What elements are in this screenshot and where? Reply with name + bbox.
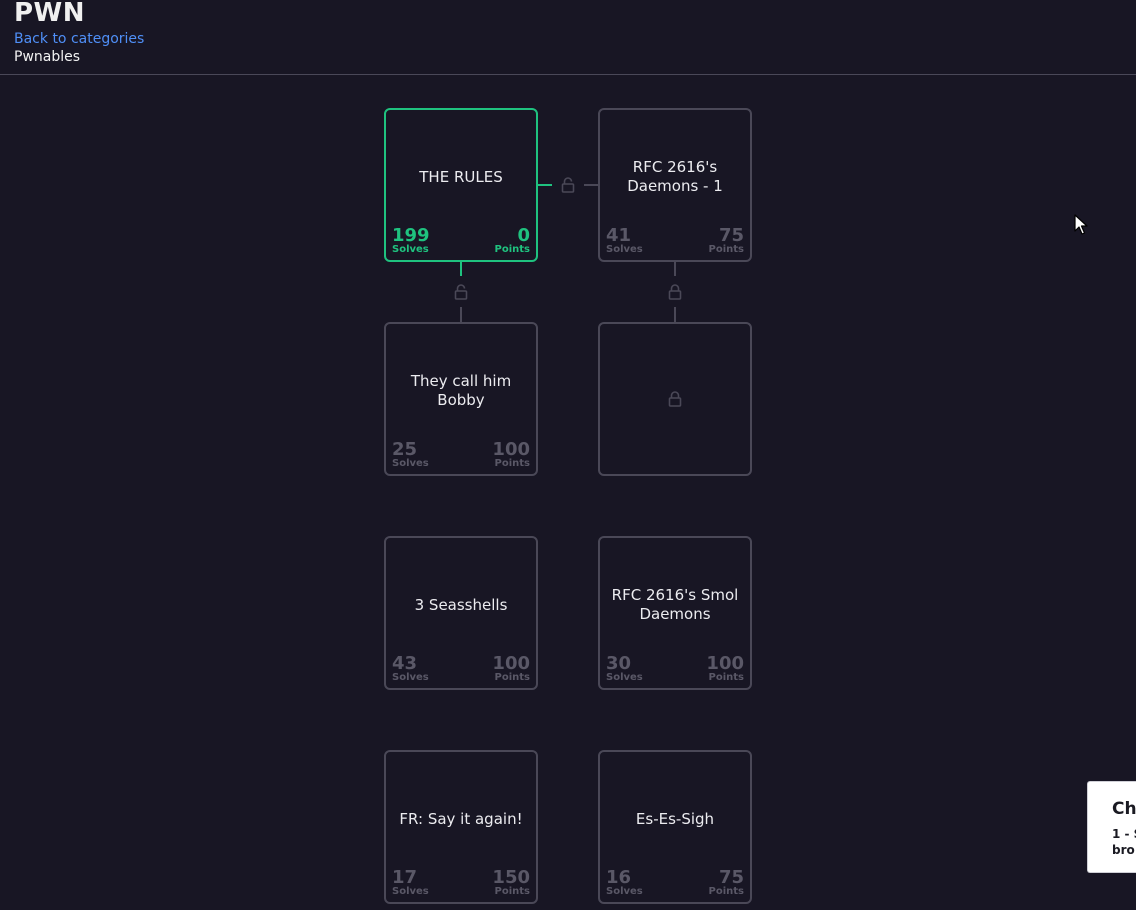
solves-stat: 30 Solves: [606, 653, 643, 684]
points-stat: 100 Points: [706, 653, 744, 684]
toast-line: bro: [1112, 843, 1135, 857]
connector-line: [460, 262, 462, 276]
points-stat: 150 Points: [492, 867, 530, 898]
points-label: Points: [708, 244, 744, 255]
challenge-name: THE RULES: [419, 167, 503, 186]
back-to-categories-link[interactable]: Back to categories: [14, 31, 144, 47]
points-label: Points: [494, 672, 530, 683]
notification-toast[interactable]: Cha 1 - S bro: [1087, 781, 1136, 873]
challenge-name: RFC 2616's Smol Daemons: [611, 586, 739, 623]
solves-count: 25: [392, 439, 418, 460]
page-title: PWN: [14, 0, 85, 28]
points-value: 100: [492, 439, 530, 460]
points-label: Points: [708, 672, 744, 683]
solves-count: 17: [392, 867, 418, 888]
solves-label: Solves: [392, 886, 429, 897]
toast-body: 1 - S bro: [1112, 826, 1136, 858]
challenge-name: Es-Es-Sigh: [635, 809, 715, 828]
points-value: 150: [492, 867, 530, 888]
lock-closed-icon: [668, 391, 682, 407]
solves-stat: 17 Solves: [392, 867, 429, 898]
points-value: 75: [718, 225, 744, 246]
challenge-name: FR: Say it again!: [399, 809, 523, 828]
mouse-pointer-icon: [1074, 214, 1088, 235]
solves-count: 43: [392, 653, 418, 674]
points-stat: 0 Points: [494, 225, 530, 256]
challenge-card-fr-say-it-again[interactable]: FR: Say it again! 17 Solves 150 Points: [384, 750, 538, 904]
challenge-card-es-es-sigh[interactable]: Es-Es-Sigh 16 Solves 75 Points: [598, 750, 752, 904]
points-stat: 100 Points: [492, 439, 530, 470]
solves-label: Solves: [392, 672, 429, 683]
connector-line: [674, 262, 676, 276]
challenge-card-rfc-2616-daemons-1[interactable]: RFC 2616's Daemons - 1 41 Solves 75 Poin…: [598, 108, 752, 262]
category-subtitle: Pwnables: [14, 49, 81, 65]
solves-label: Solves: [606, 672, 643, 683]
solves-label: Solves: [606, 886, 643, 897]
connector-line: [584, 184, 598, 186]
challenge-card-the-rules[interactable]: THE RULES 199 Solves 0 Points: [384, 108, 538, 262]
toast-line: 1 - S: [1112, 827, 1136, 841]
points-stat: 75 Points: [708, 867, 744, 898]
points-label: Points: [494, 886, 530, 897]
points-label: Points: [708, 886, 744, 897]
lock-open-icon: [454, 284, 468, 300]
lock-closed-icon: [668, 284, 682, 300]
solves-count: 30: [606, 653, 632, 674]
toast-title: Cha: [1112, 799, 1136, 819]
challenge-card-rfc-2616-smol-daemons[interactable]: RFC 2616's Smol Daemons 30 Solves 100 Po…: [598, 536, 752, 690]
connector-line: [538, 184, 552, 186]
solves-stat: 25 Solves: [392, 439, 429, 470]
connector-line: [460, 307, 462, 322]
points-stat: 75 Points: [708, 225, 744, 256]
points-value: 0: [517, 225, 530, 246]
challenge-card-3-seasshells[interactable]: 3 Seasshells 43 Solves 100 Points: [384, 536, 538, 690]
challenge-name: 3 Seasshells: [414, 595, 508, 614]
solves-count: 199: [392, 225, 430, 246]
lock-open-icon: [561, 177, 575, 193]
points-value: 75: [718, 867, 744, 888]
solves-count: 41: [606, 225, 632, 246]
challenge-card-locked: [598, 322, 752, 476]
solves-count: 16: [606, 867, 632, 888]
challenge-name: RFC 2616's Daemons - 1: [627, 158, 723, 195]
solves-label: Solves: [392, 244, 429, 255]
points-label: Points: [494, 458, 530, 469]
solves-label: Solves: [392, 458, 429, 469]
points-value: 100: [492, 653, 530, 674]
points-label: Points: [494, 244, 530, 255]
solves-label: Solves: [606, 244, 643, 255]
challenge-name: They call him Bobby: [410, 372, 512, 409]
solves-stat: 16 Solves: [606, 867, 643, 898]
solves-stat: 43 Solves: [392, 653, 429, 684]
points-value: 100: [706, 653, 744, 674]
solves-stat: 41 Solves: [606, 225, 643, 256]
challenge-card-they-call-him-bobby[interactable]: They call him Bobby 25 Solves 100 Points: [384, 322, 538, 476]
points-stat: 100 Points: [492, 653, 530, 684]
page-header: PWN Back to categories Pwnables: [0, 0, 1136, 75]
solves-stat: 199 Solves: [392, 225, 430, 256]
connector-line: [674, 307, 676, 322]
